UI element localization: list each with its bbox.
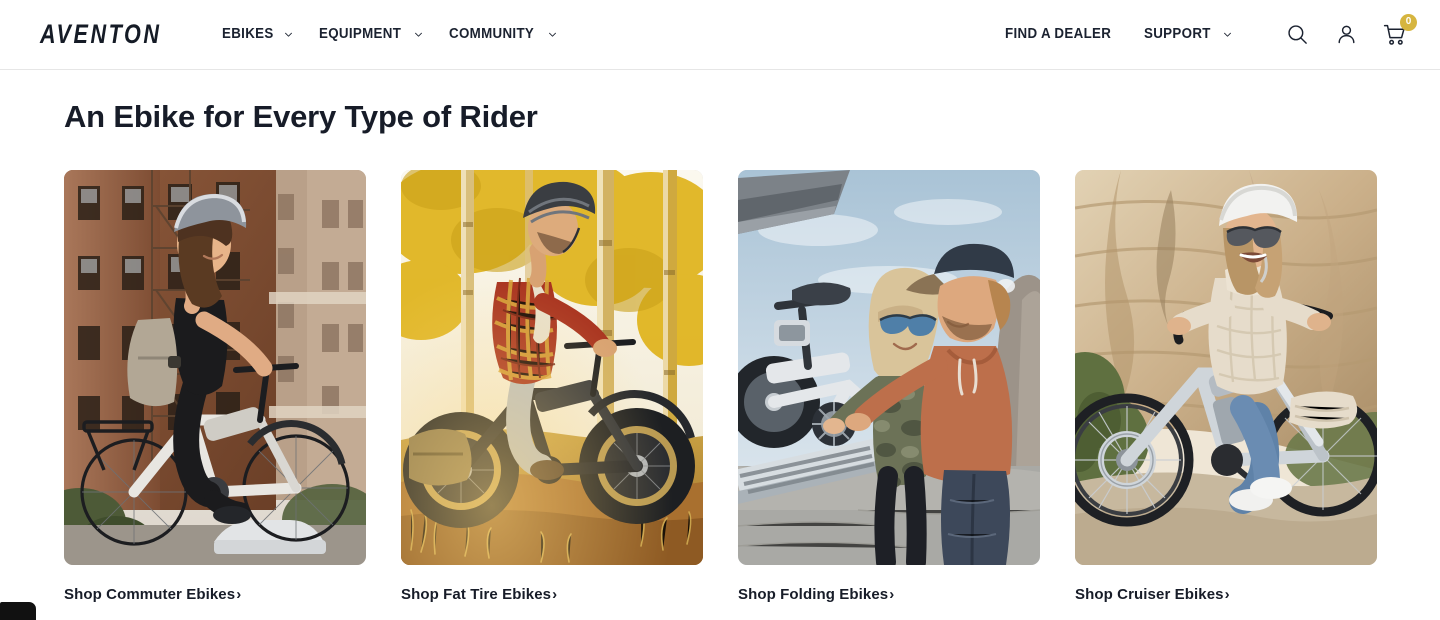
- search-icon: [1287, 25, 1307, 44]
- category-image-folding: [738, 170, 1040, 566]
- chevron-down-icon: [285, 32, 292, 37]
- category-card-fat-tire[interactable]: Shop Fat Tire Ebikes›: [401, 170, 703, 602]
- nav-item-find-a-dealer[interactable]: FIND A DEALER: [1005, 27, 1120, 42]
- nav-item-ebikes-label: EBIKES: [221, 26, 274, 43]
- primary-nav: EBIKES EQUIPMENT COMMUNITY: [222, 27, 557, 42]
- shop-folding-ebikes-link[interactable]: Shop Folding Ebikes›: [738, 587, 1040, 602]
- shop-folding-ebikes-label: Shop Folding Ebikes: [738, 586, 889, 604]
- nav-item-find-a-dealer-label: FIND A DEALER: [1005, 26, 1112, 43]
- cart-count-badge: 0: [1400, 13, 1417, 31]
- nav-item-equipment[interactable]: EQUIPMENT: [319, 27, 423, 42]
- shop-cruiser-ebikes-link[interactable]: Shop Cruiser Ebikes›: [1075, 587, 1377, 602]
- nav-item-ebikes[interactable]: EBIKES: [222, 27, 293, 42]
- folding-scene-illustration: [738, 170, 1040, 566]
- category-card-cruiser[interactable]: Shop Cruiser Ebikes›: [1075, 170, 1377, 602]
- cart-button[interactable]: 0: [1382, 13, 1417, 48]
- secondary-nav: FIND A DEALER SUPPORT 0: [1005, 13, 1417, 48]
- main-content: An Ebike for Every Type of Rider Shop Co…: [0, 98, 1440, 602]
- page-title: An Ebike for Every Type of Rider: [64, 99, 538, 134]
- site-header: AVENTON EBIKES EQUIPMENT COMMUNITY FIND …: [0, 0, 1440, 70]
- chat-widget-nub[interactable]: [0, 602, 36, 620]
- fat-tire-scene-illustration: [401, 170, 703, 566]
- ebike-category-grid: Shop Commuter Ebikes› Shop Fat Tire Ebik…: [64, 170, 1400, 602]
- category-card-commuter[interactable]: Shop Commuter Ebikes›: [64, 170, 366, 602]
- chevron-down-icon: [415, 32, 423, 37]
- shop-fat-tire-ebikes-link[interactable]: Shop Fat Tire Ebikes›: [401, 587, 703, 602]
- category-image-cruiser: [1075, 170, 1377, 566]
- category-card-folding[interactable]: Shop Folding Ebikes›: [738, 170, 1040, 602]
- nav-item-community[interactable]: COMMUNITY: [449, 27, 557, 42]
- nav-item-community-label: COMMUNITY: [449, 26, 535, 43]
- header-icon-group: 0: [1284, 13, 1417, 48]
- nav-item-equipment-label: EQUIPMENT: [319, 26, 402, 43]
- nav-item-support[interactable]: SUPPORT: [1144, 27, 1232, 42]
- cruiser-scene-illustration: [1075, 170, 1377, 566]
- chevron-down-icon: [1224, 32, 1231, 37]
- chevron-right-icon: ›: [236, 586, 242, 604]
- search-button[interactable]: [1284, 22, 1310, 48]
- shop-fat-tire-ebikes-label: Shop Fat Tire Ebikes: [401, 586, 552, 604]
- chevron-right-icon: ›: [889, 586, 895, 604]
- shop-commuter-ebikes-link[interactable]: Shop Commuter Ebikes›: [64, 587, 366, 602]
- category-image-fat-tire: [401, 170, 703, 566]
- commuter-scene-illustration: [64, 170, 366, 566]
- shop-commuter-ebikes-label: Shop Commuter Ebikes: [64, 586, 236, 604]
- nav-item-support-label: SUPPORT: [1144, 26, 1212, 43]
- category-image-commuter: [64, 170, 366, 566]
- account-icon: [1337, 25, 1355, 44]
- shop-cruiser-ebikes-label: Shop Cruiser Ebikes: [1075, 586, 1224, 604]
- chevron-right-icon: ›: [552, 586, 558, 604]
- aventon-logo[interactable]: AVENTON: [40, 21, 162, 48]
- chevron-right-icon: ›: [1224, 586, 1230, 604]
- account-button[interactable]: [1333, 22, 1359, 48]
- chevron-down-icon: [548, 32, 556, 37]
